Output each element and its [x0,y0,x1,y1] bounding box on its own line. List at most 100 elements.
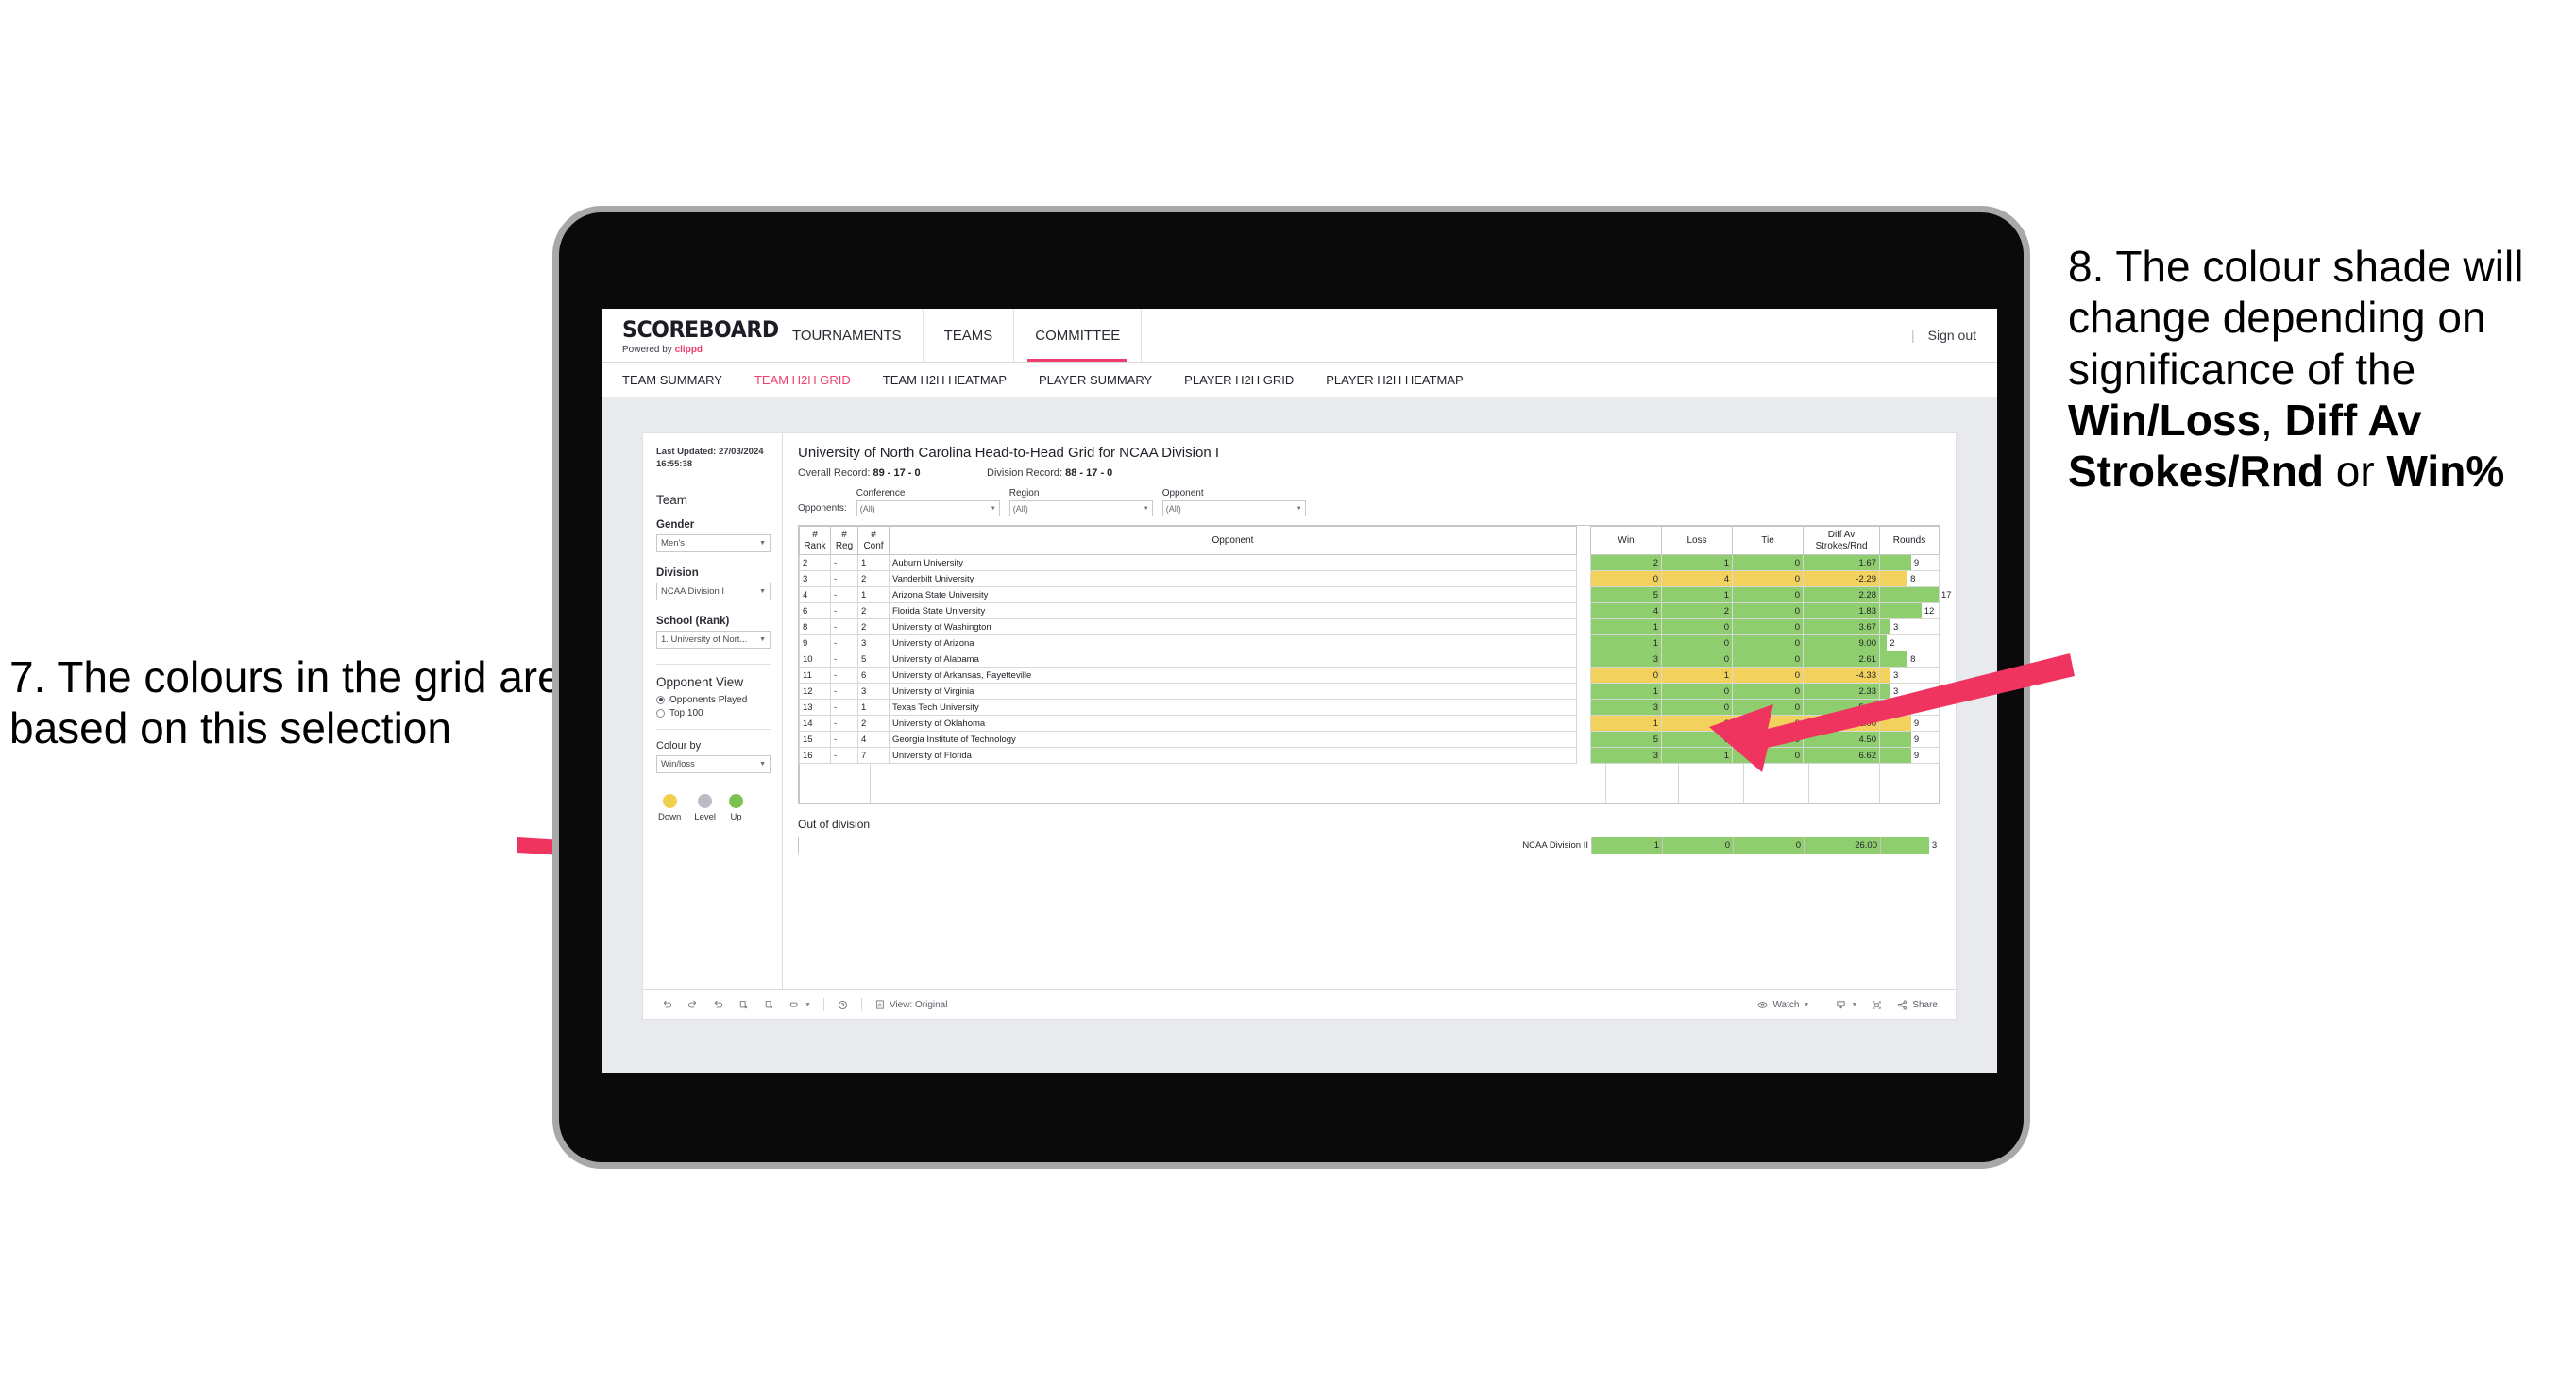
ood-name: NCAA Division II [798,837,1592,854]
cell-gap [1576,731,1591,748]
redo-button[interactable] [680,999,705,1011]
cell-win: 1 [1590,618,1662,635]
colour-legend: Down Level Up [656,793,771,822]
view-original-button[interactable]: View: Original [868,999,955,1010]
cell-opponent: University of Washington [889,618,1577,635]
watch-button[interactable]: Watch ▼ [1750,999,1816,1011]
cell-conf: 1 [857,699,890,716]
cell-rounds: 12 [1879,602,1940,619]
chevron-down-icon: ▼ [990,505,996,512]
annotation-8-mid2: or [2323,447,2387,497]
topnav-item-committee[interactable]: COMMITTEE [1014,309,1143,362]
col-win: Win [1590,526,1662,555]
cell-gap [1576,699,1591,716]
brand-logo-text: SCOREBOARD [622,315,779,343]
radio-opponents-played[interactable]: Opponents Played [656,695,771,705]
annotation-8-mid1: , [2261,395,2285,445]
ood-rounds-value: 3 [1931,840,1938,851]
topnav-item-teams[interactable]: TEAMS [924,309,1015,362]
conference-select[interactable]: (All) ▼ [856,500,1000,516]
share-button[interactable]: Share [1890,999,1944,1011]
subnav-item-team-summary[interactable]: TEAM SUMMARY [622,373,722,387]
help-button[interactable] [830,999,856,1011]
colour-by-select[interactable]: Win/loss ▼ [656,754,771,773]
col-conf: # Conf [857,526,890,555]
out-of-division-table: NCAA Division II 1 0 0 26.00 3 [798,837,1940,854]
overall-record-value: 89 - 17 - 0 [873,467,921,479]
opponent-value: (All) [1165,503,1181,514]
cell-tie: 0 [1732,554,1804,571]
cell-conf: 3 [857,634,890,651]
cell-opponent: Auburn University [889,554,1577,571]
division-record-value: 88 - 17 - 0 [1065,467,1113,479]
topnav-item-tournaments[interactable]: TOURNAMENTS [771,309,924,362]
cell-reg: - [830,554,858,571]
fullscreen-button[interactable] [1864,999,1890,1011]
cell-conf: 4 [857,731,890,748]
cell-opponent: University of Arkansas, Fayetteville [889,667,1577,684]
cell-opponent: University of Alabama [889,651,1577,668]
cell-conf: 2 [857,618,890,635]
legend-label-up: Up [730,811,742,822]
cell-rounds: 17 [1879,586,1952,603]
school-rank-select[interactable]: 1. University of Nort... ▼ [656,630,771,649]
table-row[interactable]: 3-2 Vanderbilt University 0 4 0 -2.29 8 [799,570,1940,587]
cell-win: 3 [1590,699,1662,716]
signout-link[interactable]: Sign out [1928,328,1976,343]
table-row[interactable]: 6-2 Florida State University 4 2 0 1.83 12 [799,602,1940,619]
cell-conf: 3 [857,683,890,700]
division-select[interactable]: NCAA Division I ▼ [656,582,771,600]
cell-conf: 2 [857,602,890,619]
pause-updates-button[interactable] [756,999,782,1011]
colour-by-label: Colour by [656,739,702,752]
radio-top-100[interactable]: Top 100 [656,708,771,718]
division-label: Division [656,566,699,579]
cell-gap [1576,651,1591,668]
cell-win: 4 [1590,602,1662,619]
undo-button[interactable] [654,999,680,1011]
rounds-value: 9 [1913,557,1920,568]
cell-rank: 4 [799,586,831,603]
subnav-item-team-h2h-grid[interactable]: TEAM H2H GRID [754,373,851,387]
cell-rank: 6 [799,602,831,619]
col-loss: Loss [1661,526,1733,555]
out-of-division-title: Out of division [798,818,871,831]
cell-reg: - [830,747,858,764]
annotation-8-bold-winloss: Win/Loss [2068,395,2262,445]
annotation-8: 8. The colour shade will change dependin… [2068,241,2576,497]
opponent-select[interactable]: (All) ▼ [1161,500,1306,516]
cell-reg: - [830,683,858,700]
table-row[interactable]: 2-1 Auburn University 2 1 0 1.67 9 [799,554,1940,571]
cell-rank: 12 [799,683,831,700]
legend-item-level: Level [694,793,716,822]
gender-select[interactable]: Men's ▼ [656,533,771,552]
subnav-item-player-summary[interactable]: PLAYER SUMMARY [1039,373,1152,387]
cell-gap [1576,683,1591,700]
brand-logo: SCOREBOARD Powered by clippd [602,309,779,362]
cell-gap [1576,554,1591,571]
cell-rank: 13 [799,699,831,716]
chevron-down-icon: ▼ [1851,1001,1858,1008]
region-select[interactable]: (All) ▼ [1008,500,1153,516]
subnav-item-player-h2h-grid[interactable]: PLAYER H2H GRID [1184,373,1294,387]
cell-conf: 7 [857,747,890,764]
empty-seg-ranks [800,764,871,803]
subnav-item-player-h2h-heatmap[interactable]: PLAYER H2H HEATMAP [1326,373,1463,387]
cell-reg: - [830,667,858,684]
cell-conf: 2 [857,570,890,587]
download-button[interactable]: ▼ [1828,999,1864,1011]
cell-win: 3 [1590,651,1662,668]
revert-button[interactable] [705,999,731,1011]
page-title: University of North Carolina Head-to-Hea… [798,445,1219,461]
clear-selections-button[interactable]: ▼ [782,999,818,1011]
cell-gap [1576,570,1591,587]
sidebar-divider-3 [656,728,771,730]
chevron-down-icon: ▼ [1143,505,1149,512]
records-row: Overall Record: 89 - 17 - 0 Division Rec… [798,467,1940,479]
region-label: Region [1008,488,1040,499]
cell-rank: 3 [799,570,831,587]
table-row[interactable]: 4-1 Arizona State University 5 1 0 2.28 17 [799,586,1952,603]
refresh-data-button[interactable] [731,999,756,1011]
subnav-item-team-h2h-heatmap[interactable]: TEAM H2H HEATMAP [883,373,1007,387]
cell-reg: - [830,715,858,732]
